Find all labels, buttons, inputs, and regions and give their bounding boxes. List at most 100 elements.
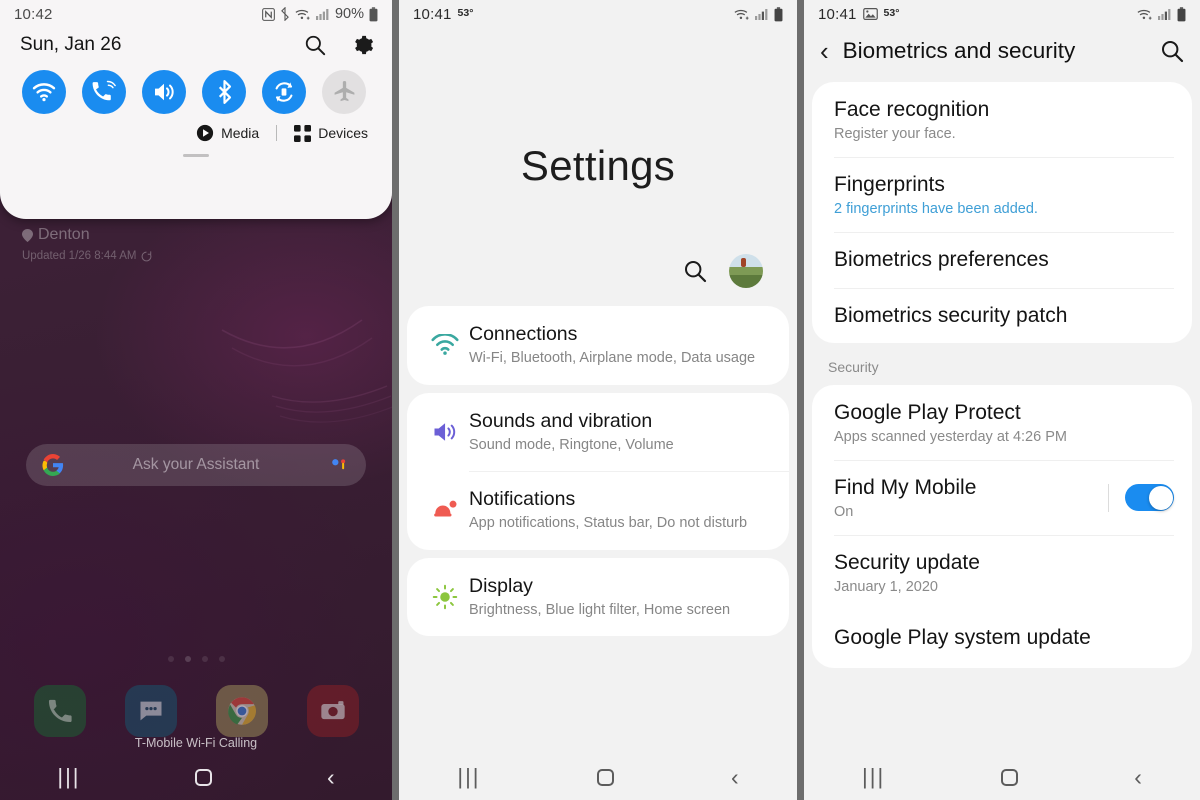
biometrics-item-fingerprints[interactable]: Fingerprints 2 fingerprints have been ad… [812,157,1192,232]
security-item-find-my-mobile[interactable]: Find My Mobile On [812,459,1192,535]
back-button[interactable]: ‹ [327,764,335,791]
quick-toggle-sound[interactable] [142,70,186,114]
page-dot[interactable] [218,656,225,662]
bluetooth-icon [281,7,289,21]
wifi-icon [1137,9,1152,20]
quick-settings-date: Sun, Jan 26 [20,34,122,55]
dock-app-chrome[interactable] [215,685,268,737]
back-arrow-icon[interactable]: ‹ [820,38,829,64]
toggle-area [1108,483,1174,512]
avatar[interactable] [729,254,763,288]
home-button[interactable] [597,768,615,786]
dock-app-messages[interactable] [124,685,177,737]
home-button[interactable] [195,768,213,786]
nfc-icon [262,7,275,21]
dock-app-camera[interactable] [306,685,359,737]
battery-percent: 90% [334,6,364,22]
settings-card-display: Display Brightness, Blue light filter, H… [407,557,789,637]
item-title: Security update [834,551,980,575]
quick-toggle-airplane-mode[interactable] [322,70,366,114]
quick-toggle-auto-rotate[interactable] [262,70,306,114]
status-bar-right [734,6,783,22]
back-button[interactable]: ‹ [731,764,739,791]
item-text: Find My Mobile On [834,475,1108,520]
refresh-icon[interactable] [141,250,152,262]
quick-settings-toggles [0,56,392,114]
status-bar-left: 10:41 53° [818,6,899,23]
media-button[interactable]: Media [196,124,259,142]
quick-toggle-wifi[interactable] [22,70,66,114]
settings-item-display[interactable]: Display Brightness, Blue light filter, H… [407,558,789,637]
home-nav-bar: ||| ‹ [0,754,392,800]
google-g-icon [42,454,64,476]
item-text: Face recognition Register your face. [834,97,1174,142]
item-text: Security update January 1, 2020 [834,550,1174,595]
item-title: Find My Mobile [834,475,977,499]
home-status-bar: 10:42 90% [0,0,392,28]
gear-icon[interactable] [352,34,374,56]
battery-icon [369,6,378,21]
security-item-google-play-protect[interactable]: Google Play Protect Apps scanned yesterd… [812,385,1192,460]
item-title: Google Play system update [834,626,1091,650]
recents-button[interactable]: ||| [57,764,80,790]
wifi-calling-label: T-Mobile Wi-Fi Calling [134,736,258,750]
recents-button[interactable]: ||| [457,764,480,790]
settings-list: Connections Wi-Fi, Bluetooth, Airplane m… [399,306,797,636]
panel-divider [392,0,399,800]
biometrics-item-face-recognition[interactable]: Face recognition Register your face. [812,82,1192,157]
settings-item-sounds-and-vibration[interactable]: Sounds and vibration Sound mode, Rington… [407,393,789,472]
settings-actions [399,190,797,288]
location-pin-icon [22,228,33,242]
security-card: Google Play Protect Apps scanned yesterd… [812,384,1192,669]
camera-icon [320,701,345,720]
quick-toggle-wifi-calling[interactable] [82,70,126,114]
biometrics-item-biometrics-security-patch[interactable]: Biometrics security patch [812,287,1192,343]
auto-rotate-icon [275,82,293,102]
security-section-label: Security [828,358,879,375]
item-subtitle: Apps scanned yesterday at 4:26 PM [834,428,1067,445]
quick-settings-bottom-bar: Media Devices [0,114,392,142]
biometrics-item-biometrics-preferences[interactable]: Biometrics preferences [812,232,1192,287]
settings-status-bar: 10:41 53° [399,0,797,28]
item-text: Google Play system update [834,625,1174,650]
page-dot[interactable] [167,656,174,662]
settings-item-connections[interactable]: Connections Wi-Fi, Bluetooth, Airplane m… [407,306,789,385]
recents-button[interactable]: ||| [862,764,885,790]
item-title: Biometrics security patch [834,303,1068,327]
dock-app-phone[interactable] [33,685,86,737]
item-text: Biometrics preferences [834,247,1174,272]
devices-label: Devices [318,125,368,141]
quick-toggle-bluetooth[interactable] [202,70,246,114]
security-item-google-play-system-update[interactable]: Google Play system update [812,610,1192,665]
settings-item-title: Notifications [469,488,576,510]
settings-panel: 10:41 53° Settings Connections Wi-Fi, Bl… [399,0,797,800]
home-button[interactable] [1001,768,1019,786]
devices-button[interactable]: Devices [294,124,368,142]
item-title: Face recognition [834,98,990,121]
item-title: Google Play Protect [834,400,1021,424]
search-icon[interactable] [683,259,707,283]
settings-item-title: Display [469,574,533,597]
home-dock [0,685,392,737]
settings-item-notifications[interactable]: Notifications App notifications, Status … [407,471,789,550]
shade-drag-handle[interactable] [183,154,209,157]
settings-item-subtitle: Wi-Fi, Bluetooth, Airplane mode, Data us… [469,350,756,367]
security-item-security-update[interactable]: Security update January 1, 2020 [812,535,1192,610]
back-button[interactable]: ‹ [1134,764,1142,791]
search-icon[interactable] [1160,39,1184,63]
weather-widget[interactable]: Denton Updated 1/26 8:44 AM [22,226,152,262]
google-assistant-search-bar[interactable]: Ask your Assistant [26,444,366,486]
assistant-mic-icon[interactable] [328,454,350,476]
assistant-placeholder: Ask your Assistant [132,456,260,473]
page-dot[interactable] [201,656,208,662]
page-title: Settings [520,142,676,189]
item-text: Google Play Protect Apps scanned yesterd… [834,400,1174,445]
wifi-icon [32,83,56,102]
status-bar-right: 90% [262,6,378,22]
search-icon[interactable] [304,34,326,56]
panel-divider [797,0,804,800]
biometrics-security-panel: 10:41 53° ‹ Biometrics and security Face… [804,0,1200,800]
page-dot-active[interactable] [184,656,191,662]
status-bar-left: 10:41 53° [413,6,473,23]
find-my-mobile-toggle[interactable] [1125,484,1174,512]
